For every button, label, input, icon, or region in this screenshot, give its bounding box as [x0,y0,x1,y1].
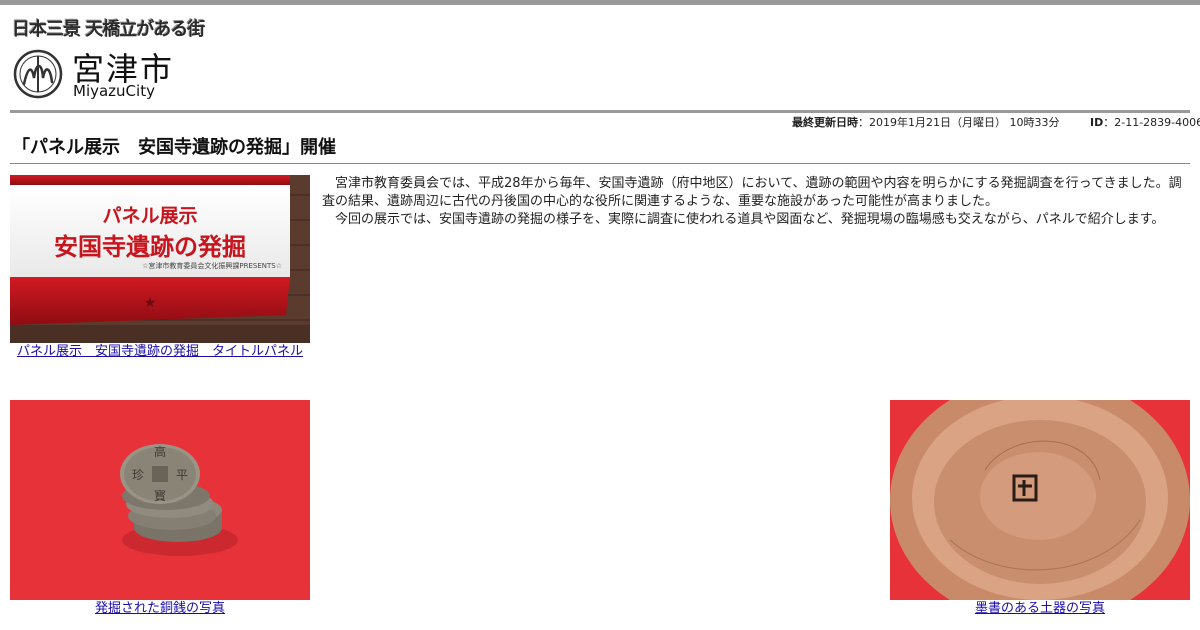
svg-text:高: 高 [154,444,166,459]
page-title: 「パネル展示 安国寺遺跡の発掘」開催 [12,137,336,158]
title-panel-image[interactable]: ★ パネル展示 安国寺遺跡の発掘 ☆宮津市教育委員会文化振興課PRESENTS☆ [10,175,310,343]
figure-title-panel: ★ パネル展示 安国寺遺跡の発掘 ☆宮津市教育委員会文化振興課PRESENTS☆… [10,175,310,361]
title-panel-caption-link[interactable]: パネル展示 安国寺遺跡の発掘 タイトルパネル [10,343,310,361]
article-paragraph: 宮津市教育委員会では、平成28年から毎年、安国寺遺跡（府中地区）において、遺跡の… [322,176,1182,209]
coins-photo[interactable]: 高 寳 珍 平 [10,400,310,600]
panel-credit: ☆宮津市教育委員会文化振興課PRESENTS☆ [142,262,282,270]
article-body: 宮津市教育委員会では、平成28年から毎年、安国寺遺跡（府中地区）において、遺跡の… [322,175,1190,229]
city-name-roman: MiyazuCity [73,82,155,100]
page-id-value: ：2-11-2839-4006 [1103,116,1200,129]
article-paragraph: 今回の展示では、安国寺遺跡の発掘の様子を、実際に調査に使われる道具や図面など、発… [335,212,1165,227]
header-divider [10,110,1190,113]
last-updated-label: 最終更新日時 [792,116,858,129]
page-id-label: ID [1090,116,1104,129]
city-emblem-logo[interactable] [12,48,64,100]
title-divider [10,163,1190,164]
svg-text:平: 平 [176,468,188,482]
coins-caption-link[interactable]: 発掘された銅銭の写真 [10,600,310,618]
last-updated: 最終更新日時：2019年1月21日（月曜日） 10時33分 [792,114,1059,130]
svg-text:★: ★ [144,295,157,311]
site-tagline: 日本三景 天橋立がある街 [12,19,205,40]
svg-text:珍: 珍 [132,468,144,482]
figure-pottery: 墨書のある土器の写真 [890,400,1190,618]
svg-text:寳: 寳 [154,488,166,503]
figure-coins: 高 寳 珍 平 発掘された銅銭の写真 [10,400,310,618]
pottery-photo[interactable] [890,400,1190,600]
last-updated-value: ：2019年1月21日（月曜日） 10時33分 [858,116,1060,129]
panel-heading-small: パネル展示 [102,205,198,227]
panel-heading-large: 安国寺遺跡の発掘 [54,233,246,261]
top-accent-bar [0,0,1200,5]
pottery-caption-link[interactable]: 墨書のある土器の写真 [890,600,1190,618]
page-id: ID：2-11-2839-4006 [1090,114,1200,130]
